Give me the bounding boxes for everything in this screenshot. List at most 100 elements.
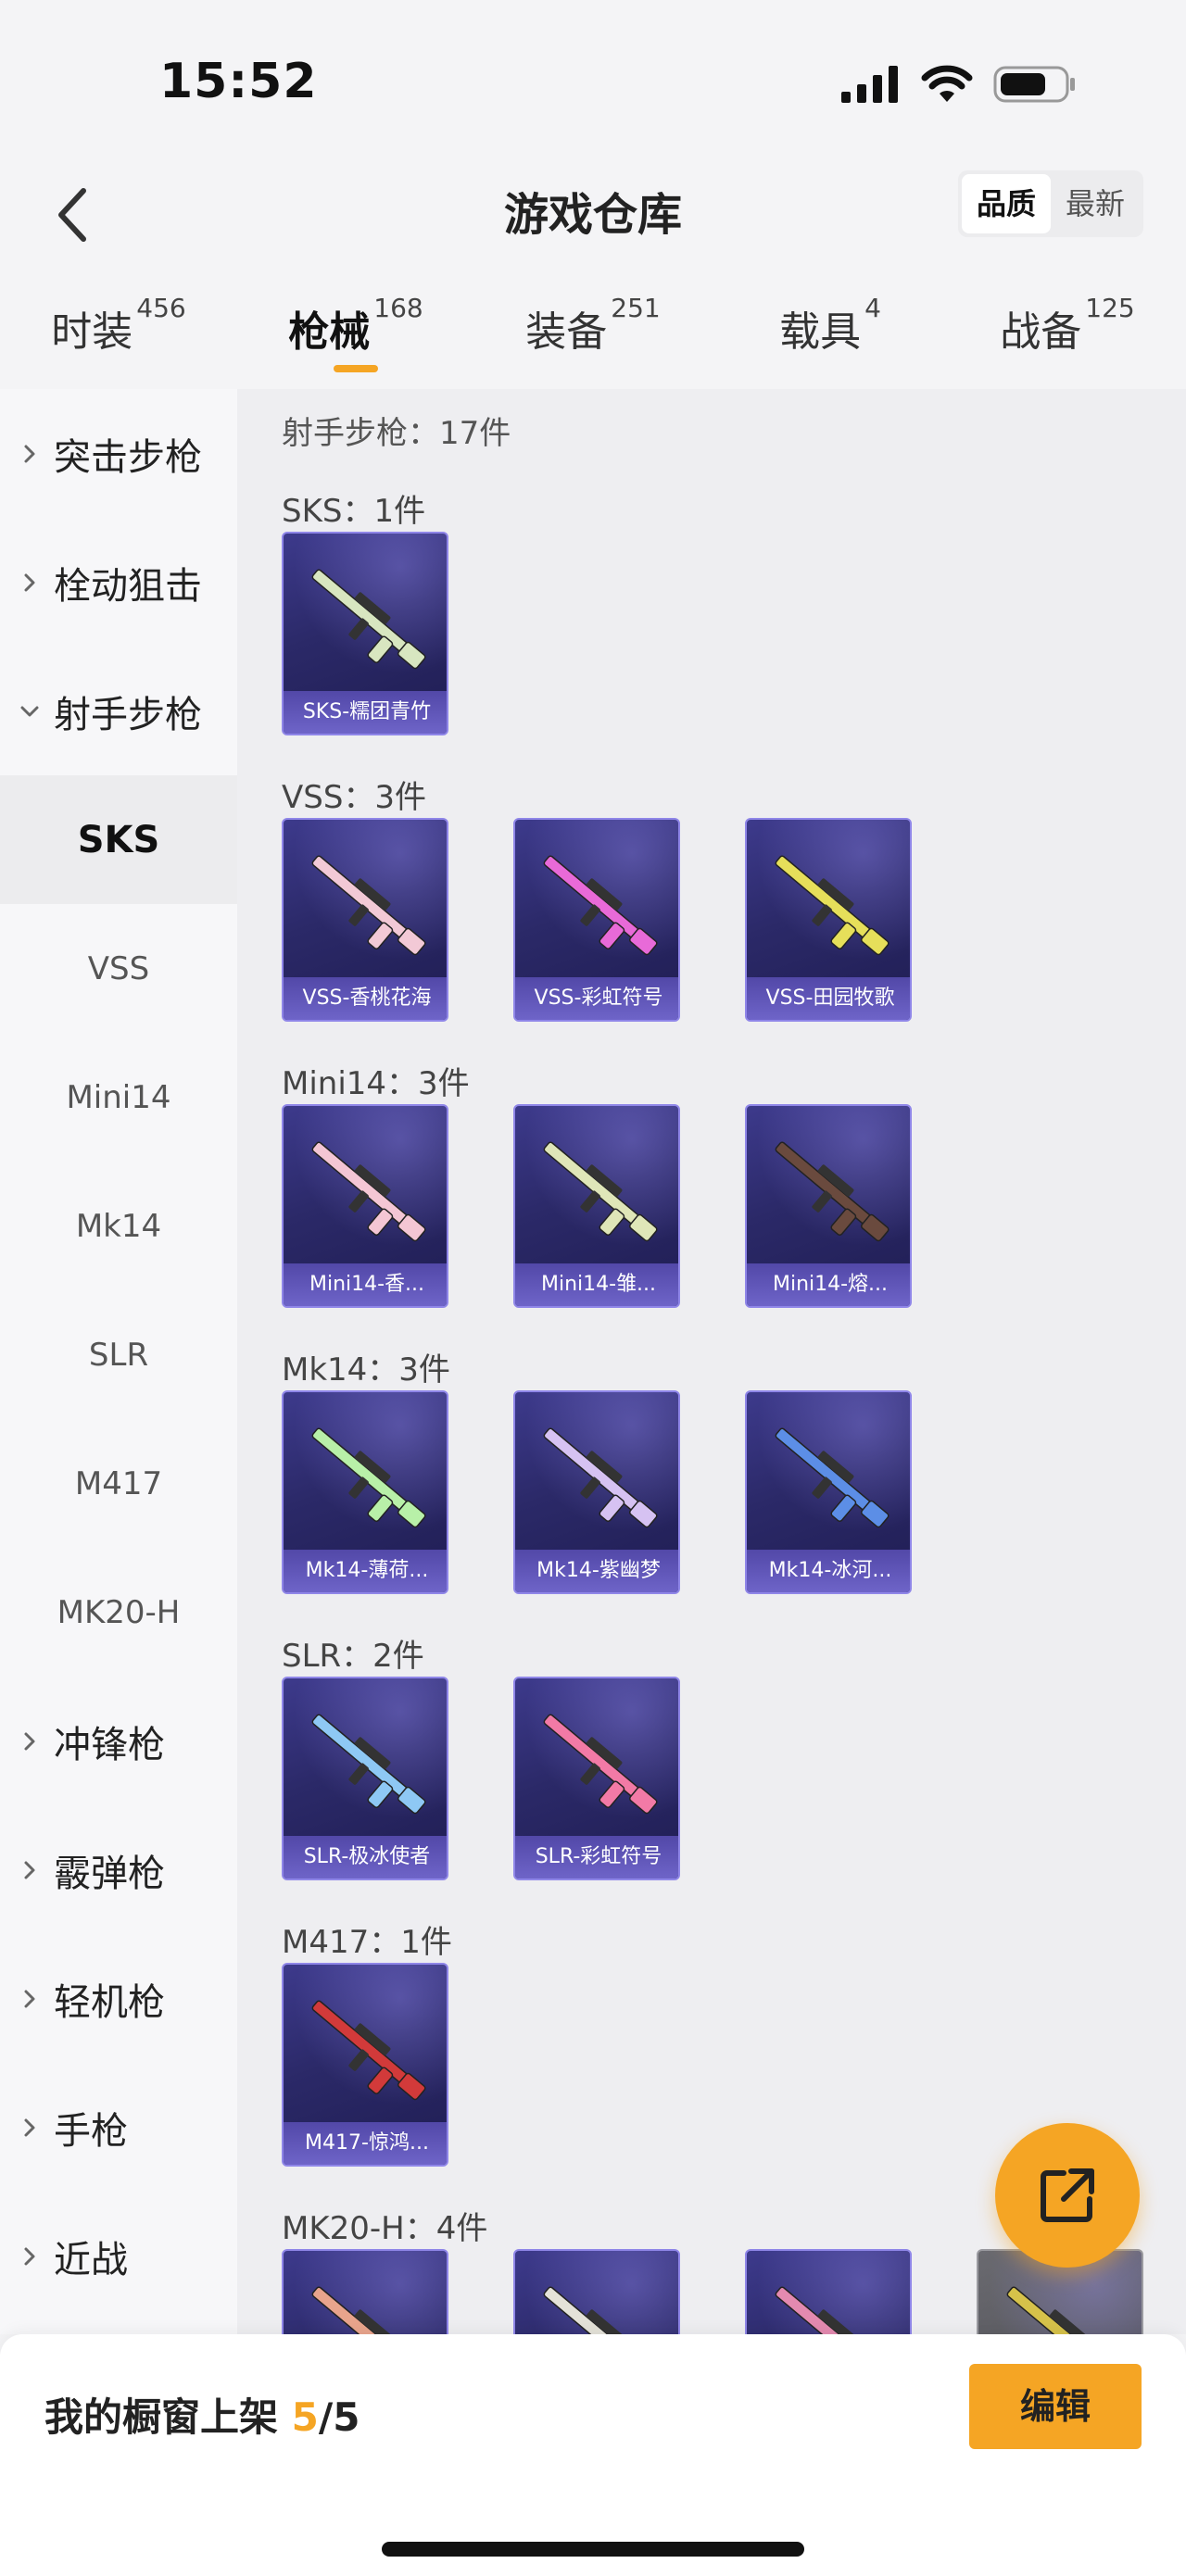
- share-button[interactable]: [995, 2123, 1140, 2268]
- sidebar-item-label: 冲锋枪: [54, 1723, 165, 1766]
- status-icons: [841, 65, 1077, 107]
- sidebar-item-label: 轻机枪: [54, 1980, 165, 2024]
- battery-icon: [993, 65, 1077, 107]
- group-label: SLR：2件: [282, 1638, 424, 1675]
- sidebar-category[interactable]: 突击步枪: [0, 389, 237, 518]
- sidebar-category[interactable]: 霰弹枪: [0, 1805, 237, 1934]
- sidebar-category[interactable]: 冲锋枪: [0, 1677, 237, 1805]
- sidebar-item-label: M417: [74, 1464, 163, 1502]
- group-label: MK20-H：4件: [282, 2210, 488, 2247]
- chevron-right-icon: [19, 1988, 41, 2010]
- group-label: VSS：3件: [282, 779, 427, 816]
- tab-count: 168: [373, 293, 423, 323]
- sidebar-item-label: 射手步枪: [54, 693, 202, 736]
- sidebar-subcategory[interactable]: M417: [0, 1419, 237, 1548]
- tab-vehicles[interactable]: 载具4: [712, 278, 949, 389]
- weapon-name: Mk14-冰河...: [747, 1550, 910, 1592]
- tab-label: 装备: [525, 308, 608, 356]
- sidebar-category[interactable]: 轻机枪: [0, 1934, 237, 2063]
- weapon-card[interactable]: Mini14-雏...: [513, 1104, 680, 1308]
- weapon-card[interactable]: [513, 2249, 680, 2334]
- home-indicator: [382, 2542, 804, 2557]
- weapon-card[interactable]: SLR-极冰使者: [282, 1677, 448, 1880]
- sidebar-subcategory[interactable]: SKS: [0, 775, 237, 904]
- chevron-right-icon: [19, 443, 41, 465]
- tab-count: 125: [1085, 293, 1135, 323]
- tab-active-indicator: [334, 365, 378, 372]
- weapon-name: Mini14-香...: [284, 1263, 447, 1306]
- tab-label: 战备: [1000, 308, 1082, 356]
- weapon-card[interactable]: Mini14-熔...: [745, 1104, 912, 1308]
- weapon-card[interactable]: Mk14-薄荷...: [282, 1390, 448, 1594]
- weapon-card[interactable]: SKS-糯团青竹: [282, 532, 448, 735]
- status-bar: 15:52: [0, 0, 1186, 157]
- category-tabs: 时装456 枪械168 装备251 载具4 战备125: [0, 278, 1186, 389]
- tab-equipment[interactable]: 装备251: [474, 278, 712, 389]
- sidebar-item-label: 近战: [54, 2238, 128, 2281]
- weapon-name: VSS-香桃花海: [284, 977, 447, 1020]
- weapon-card[interactable]: [745, 2249, 912, 2334]
- chevron-right-icon: [19, 2117, 41, 2139]
- weapon-card[interactable]: VSS-香桃花海: [282, 818, 448, 1022]
- sidebar-item-label: Mini14: [66, 1078, 171, 1116]
- sidebar-item-label: 栓动狙击: [54, 564, 202, 608]
- sidebar-category[interactable]: 近战: [0, 2192, 237, 2320]
- tab-label: 载具: [779, 308, 862, 356]
- weapon-list: 射手步枪：17件 SKS：1件 SKS-糯团青竹 VSS：3件 VSS-香桃花海 VSS…: [237, 389, 1186, 2334]
- sort-option-latest[interactable]: 最新: [1051, 174, 1140, 233]
- showcase-status: 我的橱窗上架 5/5: [44, 2386, 360, 2443]
- edit-button[interactable]: 编辑: [969, 2364, 1142, 2449]
- showcase-total: /5: [318, 2394, 360, 2440]
- tab-firearms[interactable]: 枪械168: [237, 278, 474, 389]
- weapon-card[interactable]: [282, 2249, 448, 2334]
- tab-combat-gear[interactable]: 战备125: [949, 278, 1186, 389]
- sidebar-category[interactable]: 栓动狙击: [0, 518, 237, 647]
- tab-count: 251: [611, 293, 661, 323]
- sidebar-subcategory[interactable]: Mini14: [0, 1033, 237, 1162]
- bottom-bar: 我的橱窗上架 5/5 编辑: [0, 2334, 1186, 2576]
- sidebar-subcategory[interactable]: Mk14: [0, 1162, 237, 1290]
- group-label: M417：1件: [282, 1924, 452, 1961]
- chevron-right-icon: [19, 572, 41, 594]
- sidebar: 突击步枪栓动狙击射手步枪 SKS VSS Mini14 Mk14 SLR M417 MK20-…: [0, 389, 237, 2334]
- sidebar-item-label: MK20-H: [57, 1593, 181, 1631]
- tab-count: 4: [864, 293, 881, 323]
- weapon-card[interactable]: SLR-彩虹符号: [513, 1677, 680, 1880]
- wifi-icon: [921, 65, 973, 107]
- weapon-name: Mk14-薄荷...: [284, 1550, 447, 1592]
- weapon-card[interactable]: VSS-田园牧歌: [745, 818, 912, 1022]
- showcase-label: 我的橱窗上架: [44, 2394, 292, 2440]
- total-count: 射手步枪：17件: [282, 415, 511, 452]
- group-label: Mk14：3件: [282, 1351, 450, 1389]
- weapon-card[interactable]: Mk14-冰河...: [745, 1390, 912, 1594]
- showcase-current: 5: [291, 2394, 319, 2440]
- chevron-right-icon: [19, 1730, 41, 1753]
- weapon-card[interactable]: M417-惊鸿...: [282, 1963, 448, 2167]
- sidebar-item-label: VSS: [87, 949, 150, 987]
- status-time: 15:52: [159, 54, 318, 109]
- weapon-name: VSS-田园牧歌: [747, 977, 910, 1020]
- sidebar-category[interactable]: 射手步枪: [0, 647, 237, 775]
- sidebar-subcategory[interactable]: MK20-H: [0, 1548, 237, 1677]
- sidebar-category[interactable]: 手枪: [0, 2063, 237, 2192]
- tab-label: 枪械: [288, 308, 371, 356]
- weapon-card[interactable]: VSS-彩虹符号: [513, 818, 680, 1022]
- sidebar-item-label: 手枪: [54, 2109, 128, 2153]
- sort-option-quality[interactable]: 品质: [962, 174, 1051, 233]
- weapon-name: Mk14-紫幽梦: [515, 1550, 678, 1592]
- sidebar-item-label: Mk14: [75, 1207, 162, 1245]
- sidebar-subcategory[interactable]: SLR: [0, 1290, 237, 1419]
- sidebar-subcategory[interactable]: VSS: [0, 904, 237, 1033]
- weapon-name: SKS-糯团青竹: [284, 691, 447, 734]
- weapon-name: M417-惊鸿...: [284, 2122, 447, 2165]
- group-label: SKS：1件: [282, 493, 426, 530]
- sidebar-item-label: 霰弹枪: [54, 1852, 165, 1895]
- weapon-name: SLR-极冰使者: [284, 1836, 447, 1879]
- group-label: Mini14：3件: [282, 1065, 470, 1102]
- weapon-card[interactable]: Mk14-紫幽梦: [513, 1390, 680, 1594]
- weapon-card[interactable]: Mini14-香...: [282, 1104, 448, 1308]
- chevron-right-icon: [19, 1859, 41, 1881]
- chevron-right-icon: [19, 2245, 41, 2268]
- tab-count: 456: [136, 293, 186, 323]
- tab-fashion[interactable]: 时装456: [0, 278, 237, 389]
